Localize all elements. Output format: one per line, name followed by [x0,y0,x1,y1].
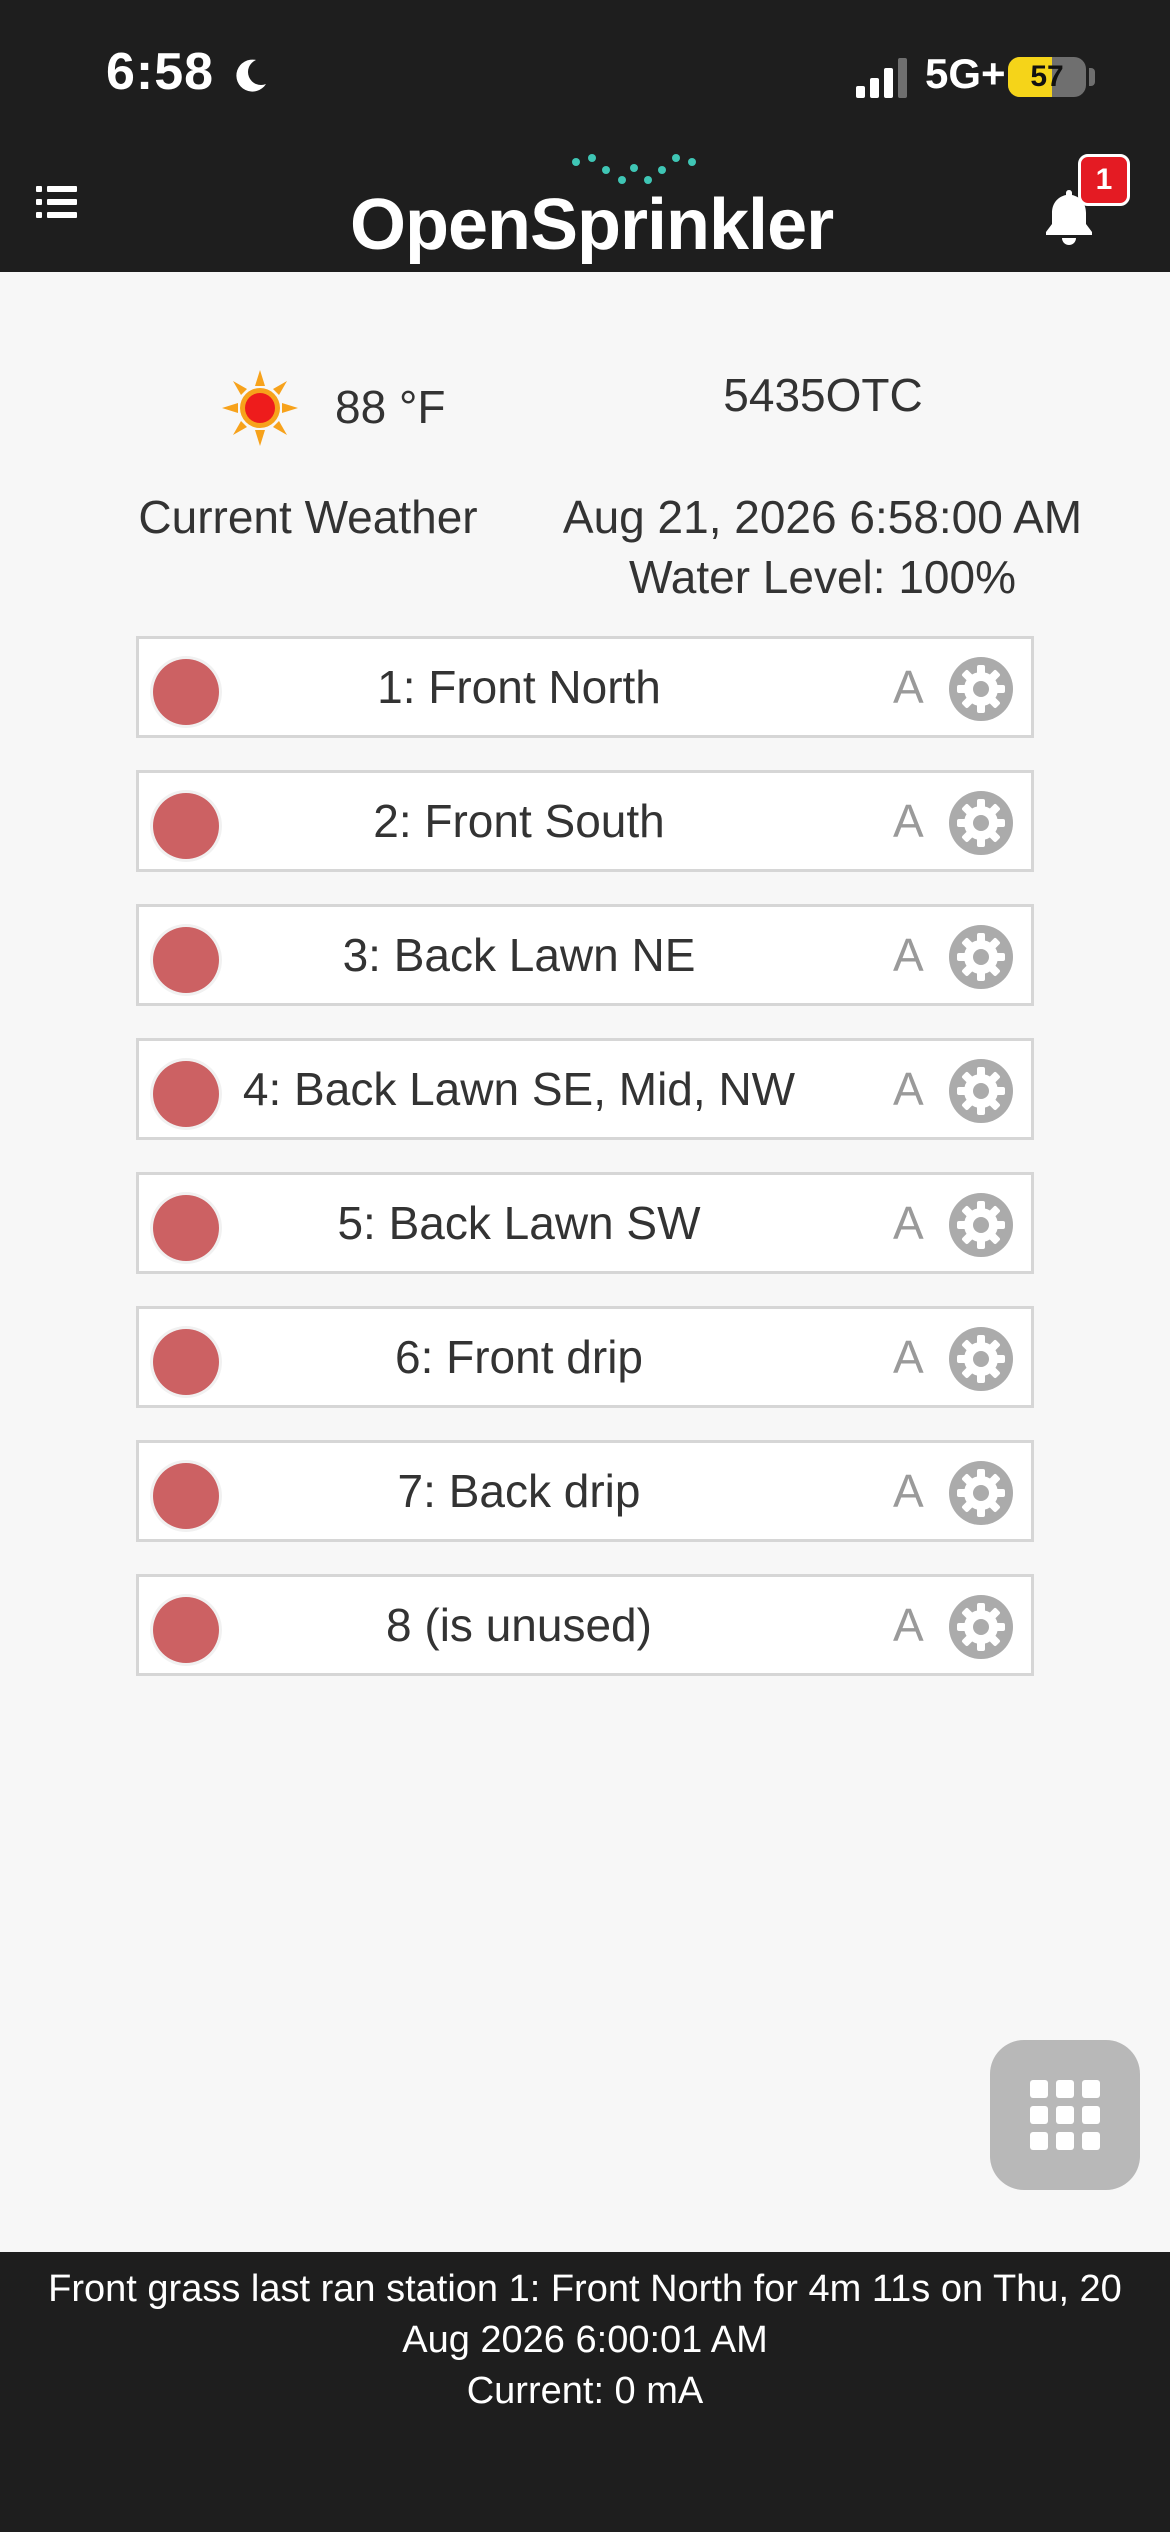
list-icon [36,186,77,218]
station-name: 5: Back Lawn SW [337,1197,701,1249]
station-row[interactable]: 8 (is unused) A [136,1574,1034,1676]
signal-icon [856,58,907,98]
station-row[interactable]: 1: Front North A [136,636,1034,738]
station-mode-label: A [893,1599,924,1651]
current-weather-label[interactable]: Current Weather [108,490,508,544]
gear-icon[interactable] [947,1057,1015,1125]
station-mode-label: A [893,661,924,713]
device-datetime: Aug 21, 2026 6:58:00 AM [562,491,1083,543]
station-row[interactable]: 4: Back Lawn SE, Mid, NW A [136,1038,1034,1140]
station-status-indicator [153,1061,219,1127]
battery-nub [1089,68,1095,86]
station-name: 1: Front North [377,661,661,713]
station-mode-label: A [893,795,924,847]
battery-indicator: 57 [1008,57,1086,97]
station-name: 3: Back Lawn NE [342,929,696,981]
station-status-indicator [153,659,219,725]
water-level: Water Level: 100% [629,551,1016,603]
current-temperature: 88 °F [335,381,446,433]
notification-badge: 1 [1078,154,1130,206]
station-status-indicator [153,793,219,859]
gear-icon[interactable] [947,1191,1015,1259]
sun-icon [222,370,298,446]
status-footer: Front grass last ran station 1: Front No… [0,2252,1170,2532]
opensprinkler-logo: OpenSprinkler [350,150,834,270]
current-draw: Current: 0 mA [466,2370,704,2412]
station-row[interactable]: 6: Front drip A [136,1306,1034,1408]
device-name: 5435OTC [723,369,923,421]
grid-menu-button[interactable] [990,2040,1140,2190]
station-mode-label: A [893,1197,924,1249]
gear-icon[interactable] [947,1459,1015,1527]
station-status-indicator [153,1195,219,1261]
gear-icon[interactable] [947,1325,1015,1393]
station-name: 4: Back Lawn SE, Mid, NW [242,1063,796,1115]
station-mode-label: A [893,1331,924,1383]
station-name: 2: Front South [373,795,665,847]
station-status-indicator [153,1597,219,1663]
status-time: 6:58 [106,43,215,101]
station-mode-label: A [893,929,924,981]
station-row[interactable]: 7: Back drip A [136,1440,1034,1542]
station-status-indicator [153,927,219,993]
station-status-indicator [153,1463,219,1529]
gear-icon[interactable] [947,923,1015,991]
logo-text: OpenSprinkler [350,185,834,265]
station-status-indicator [153,1329,219,1395]
grid-icon [1030,2080,1100,2150]
last-run-status: Front grass last ran station 1: Front No… [48,2268,1122,2361]
station-row[interactable]: 3: Back Lawn NE A [136,904,1034,1006]
network-type: 5G+ [925,50,1006,97]
station-row[interactable]: 5: Back Lawn SW A [136,1172,1034,1274]
top-bar: 6:58 5G+ 57 OpenSprinkler 1 [0,0,1170,272]
station-name: 6: Front drip [395,1331,643,1383]
station-mode-label: A [893,1063,924,1115]
menu-button[interactable] [28,172,88,232]
station-mode-label: A [893,1465,924,1517]
gear-icon[interactable] [947,655,1015,723]
moon-icon [236,59,266,92]
gear-icon[interactable] [947,1593,1015,1661]
gear-icon[interactable] [947,789,1015,857]
battery-percent: 57 [1030,60,1064,93]
station-name: 7: Back drip [397,1465,641,1517]
station-row[interactable]: 2: Front South A [136,770,1034,872]
station-name: 8 (is unused) [386,1599,652,1651]
